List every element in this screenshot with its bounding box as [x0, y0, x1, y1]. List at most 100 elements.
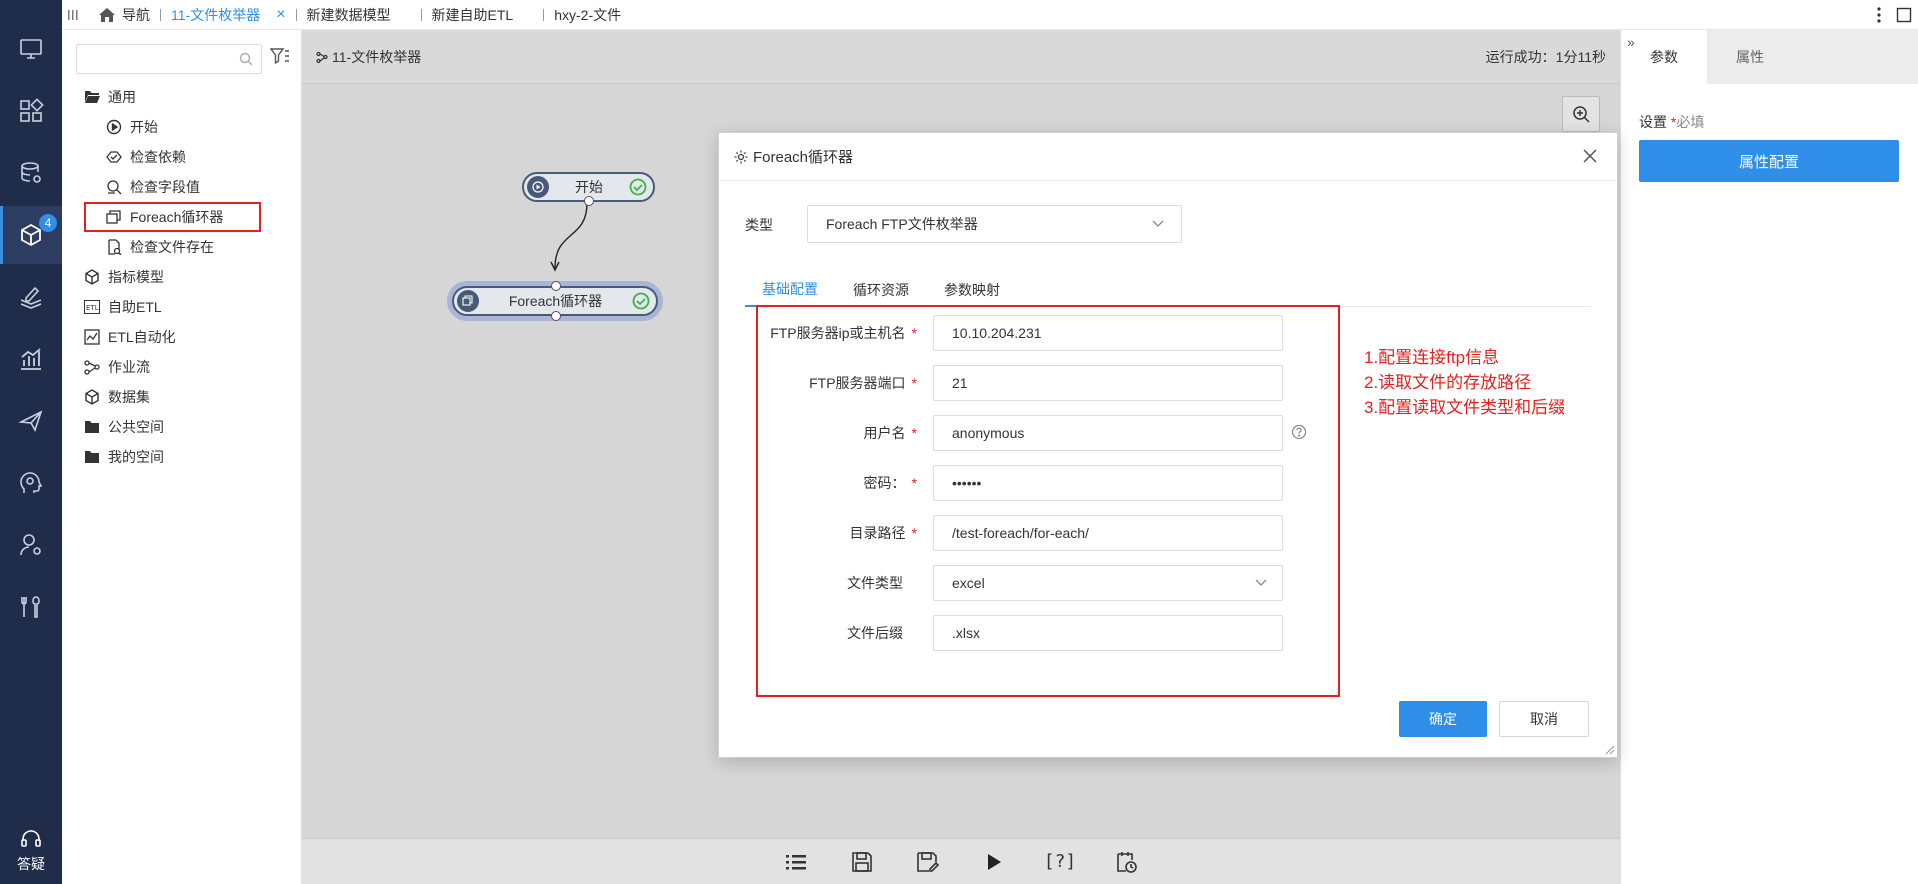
search-icon[interactable]: [239, 52, 253, 66]
cancel-button[interactable]: 取消: [1499, 701, 1589, 737]
ftp-host-input[interactable]: 10.10.204.231: [933, 315, 1283, 351]
field-username: 用户名 * anonymous: [719, 415, 1619, 451]
rail-item-ai[interactable]: [0, 454, 62, 512]
tab-home[interactable]: 导航: [84, 0, 160, 30]
rail-item-layers[interactable]: [0, 268, 62, 326]
confirm-button[interactable]: 确定: [1399, 701, 1487, 737]
tree-item-label: 我的空间: [108, 449, 164, 465]
metric-model-icon: [85, 269, 99, 285]
rail-item-tools[interactable]: [0, 578, 62, 636]
question-circle-icon[interactable]: [1291, 424, 1307, 440]
annotation-note: 2.读取文件的存放路径: [1364, 373, 1532, 392]
field-label: FTP服务器ip或主机名 *: [770, 325, 917, 341]
file-suffix-input[interactable]: .xlsx: [933, 615, 1283, 651]
field-password: 密码： * ••••••: [719, 465, 1619, 501]
tree-item-dataset[interactable]: 数据集: [62, 382, 302, 412]
play-icon: [527, 176, 549, 198]
tree-item-check-dependency[interactable]: 检查依赖: [62, 142, 302, 172]
tab-loop-resource[interactable]: 循环资源: [837, 273, 925, 307]
check-dependency-icon: [106, 151, 122, 163]
filter-icon[interactable]: [270, 47, 290, 65]
node-start-label: 开始: [575, 179, 603, 195]
folder-open-icon: [85, 91, 100, 103]
tab-attributes[interactable]: 属性: [1707, 30, 1793, 84]
tree-item-label: 通用: [108, 89, 136, 105]
ftp-port-input[interactable]: 21: [933, 365, 1283, 401]
properties-tabs: » 参数 属性: [1621, 30, 1918, 84]
output-port[interactable]: [551, 311, 561, 321]
schedule-button[interactable]: [1108, 844, 1144, 880]
tree-list: 通用 开始 检查依赖 检查字段值 Foreach循环器 检查文件存在 指标模型: [62, 82, 302, 472]
field-label: 密码： *: [863, 475, 917, 491]
type-label: 类型: [745, 217, 773, 233]
tree-item-label: 检查字段值: [130, 179, 200, 195]
rail-item-send[interactable]: [0, 392, 62, 450]
tab-bar: 导航 11-文件枚举器 × 新建数据模型 新建自助ETL hxy-2-文件: [62, 0, 1918, 30]
output-port[interactable]: [584, 196, 594, 206]
more-vertical-icon[interactable]: [1876, 6, 1882, 24]
tree-item-check-file[interactable]: 检查文件存在: [62, 232, 302, 262]
input-port[interactable]: [551, 281, 561, 291]
settings-section-label: 设置 *必填: [1639, 112, 1704, 132]
tab-menu-button[interactable]: [62, 0, 84, 30]
etl-icon: ETL: [84, 300, 100, 314]
tab-file-enumerator[interactable]: 11-文件枚举器 ×: [161, 0, 296, 30]
tab-new-self-etl[interactable]: 新建自助ETL: [422, 0, 544, 30]
tree-item-metric-model[interactable]: 指标模型: [62, 262, 302, 292]
tree-item-check-field[interactable]: 检查字段值: [62, 172, 302, 202]
maximize-icon[interactable]: [1896, 7, 1912, 23]
rail-item-database[interactable]: [0, 144, 62, 202]
tree-item-start[interactable]: 开始: [62, 112, 302, 142]
password-input[interactable]: ••••••: [933, 465, 1283, 501]
close-icon[interactable]: ×: [276, 6, 285, 24]
help-button[interactable]: 答疑: [0, 828, 62, 874]
collapse-icon[interactable]: »: [1627, 34, 1635, 50]
list-button[interactable]: [778, 844, 814, 880]
rail-item-monitor[interactable]: [0, 20, 62, 78]
tree-item-label: 检查依赖: [130, 149, 186, 165]
tree-item-public-space[interactable]: 公共空间: [62, 412, 302, 442]
attribute-config-button[interactable]: 属性配置: [1639, 140, 1899, 182]
foreach-icon: [106, 210, 121, 224]
check-field-icon: [107, 180, 122, 195]
rail-item-user-settings[interactable]: [0, 516, 62, 574]
tab-hxy-file[interactable]: hxy-2-文件: [544, 0, 631, 30]
tab-basic-config[interactable]: 基础配置: [745, 273, 835, 307]
rail-item-dashboard[interactable]: [0, 82, 62, 140]
rail-item-chart[interactable]: [0, 330, 62, 388]
close-icon[interactable]: [1579, 145, 1601, 167]
tree-item-self-etl[interactable]: ETL 自助ETL: [62, 292, 302, 322]
help-button[interactable]: [?]: [1042, 844, 1078, 880]
node-foreach[interactable]: Foreach循环器: [452, 281, 658, 321]
tree-item-foreach[interactable]: Foreach循环器: [62, 202, 302, 232]
tab-label: 新建自助ETL: [431, 6, 514, 23]
username-input[interactable]: anonymous: [933, 415, 1283, 451]
head-gear-icon: [20, 472, 43, 493]
tree-item-etl-automation[interactable]: ETL自动化: [62, 322, 302, 352]
headset-icon: [21, 830, 41, 847]
tree-item-my-space[interactable]: 我的空间: [62, 442, 302, 472]
save-as-button[interactable]: [910, 844, 946, 880]
file-type-select[interactable]: excel: [933, 565, 1283, 601]
gear-icon: [734, 150, 748, 163]
directory-input[interactable]: /test-foreach/for-each/: [933, 515, 1283, 551]
type-select[interactable]: Foreach FTP文件枚举器: [807, 205, 1182, 243]
required-text: 必填: [1676, 114, 1705, 130]
field-label: 文件类型: [847, 575, 903, 591]
annotation-note: 1.配置连接ftp信息: [1364, 348, 1500, 367]
user-settings-icon: [20, 534, 41, 556]
tree-item-general[interactable]: 通用: [62, 82, 302, 112]
tree-item-label: 自助ETL: [108, 299, 162, 315]
resize-grip-icon[interactable]: [1603, 743, 1615, 755]
tab-label: 新建数据模型: [306, 6, 391, 23]
node-start[interactable]: 开始: [522, 172, 655, 206]
tab-new-data-model[interactable]: 新建数据模型: [297, 0, 421, 30]
canvas-toolbar: [?]: [302, 838, 1620, 884]
run-button[interactable]: [976, 844, 1012, 880]
save-button[interactable]: [844, 844, 880, 880]
rail-item-model[interactable]: 4: [0, 206, 62, 264]
tree-item-workflow[interactable]: 作业流: [62, 352, 302, 382]
tab-param-mapping[interactable]: 参数映射: [927, 273, 1017, 307]
tab-label: 11-文件枚举器: [171, 6, 261, 23]
tree-search-input[interactable]: [77, 45, 261, 73]
